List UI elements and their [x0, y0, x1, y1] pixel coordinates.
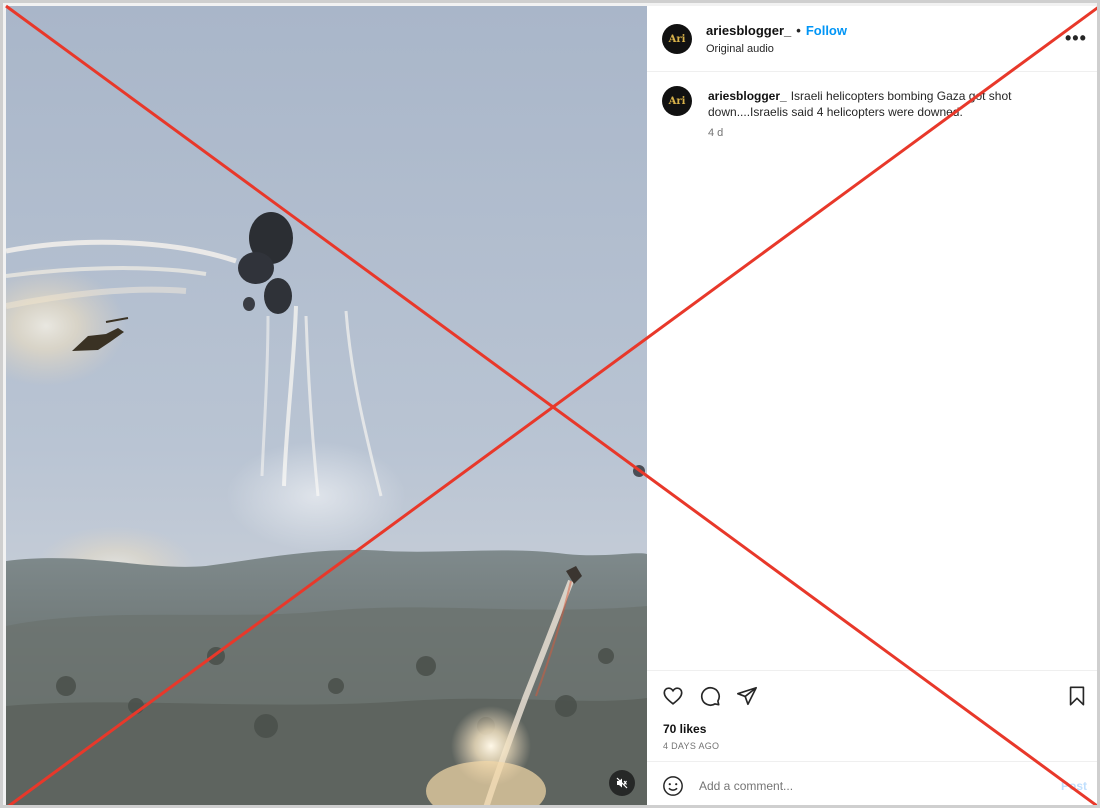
avatar-monogram: Ari	[668, 95, 686, 107]
caption-timestamp[interactable]: 4 d	[708, 127, 723, 139]
comment-icon[interactable]	[699, 685, 721, 712]
share-icon[interactable]	[736, 685, 758, 712]
post-header: Ari ariesblogger_ • Follow Original audio …	[647, 6, 1097, 72]
caption: ariesblogger_ Israeli helicopters bombing…	[708, 88, 1038, 120]
more-options-button[interactable]: •••	[1065, 28, 1087, 49]
caption-username[interactable]: ariesblogger_	[708, 89, 787, 103]
avatar[interactable]: Ari	[662, 24, 692, 54]
action-bar: 70 likes 4 DAYS AGO	[647, 670, 1097, 761]
username-link[interactable]: ariesblogger_	[706, 23, 791, 38]
emoji-icon[interactable]	[662, 775, 684, 802]
follow-button[interactable]: Follow	[806, 23, 847, 38]
likes-count[interactable]: 70 likes	[663, 722, 706, 736]
comment-bar: Post	[647, 761, 1097, 805]
post-date: 4 DAYS AGO	[663, 741, 720, 751]
post-sidebar: Ari ariesblogger_ • Follow Original audio …	[647, 6, 1097, 805]
heart-icon[interactable]	[662, 685, 684, 712]
bookmark-icon[interactable]	[1067, 685, 1087, 712]
post-video[interactable]	[6, 6, 647, 805]
avatar-monogram: Ari	[668, 33, 686, 45]
speaker-muted-icon	[616, 777, 628, 789]
caption-avatar[interactable]: Ari	[662, 86, 692, 116]
comment-input[interactable]	[699, 779, 999, 793]
separator-dot: •	[796, 23, 801, 38]
post-comment-button[interactable]: Post	[1061, 779, 1087, 793]
header-user-line: ariesblogger_ • Follow	[706, 23, 847, 38]
audio-label[interactable]: Original audio	[706, 43, 774, 55]
mute-toggle-button[interactable]	[609, 770, 635, 796]
video-frame	[6, 6, 647, 805]
post-window: Ari ariesblogger_ • Follow Original audio …	[0, 0, 1100, 808]
